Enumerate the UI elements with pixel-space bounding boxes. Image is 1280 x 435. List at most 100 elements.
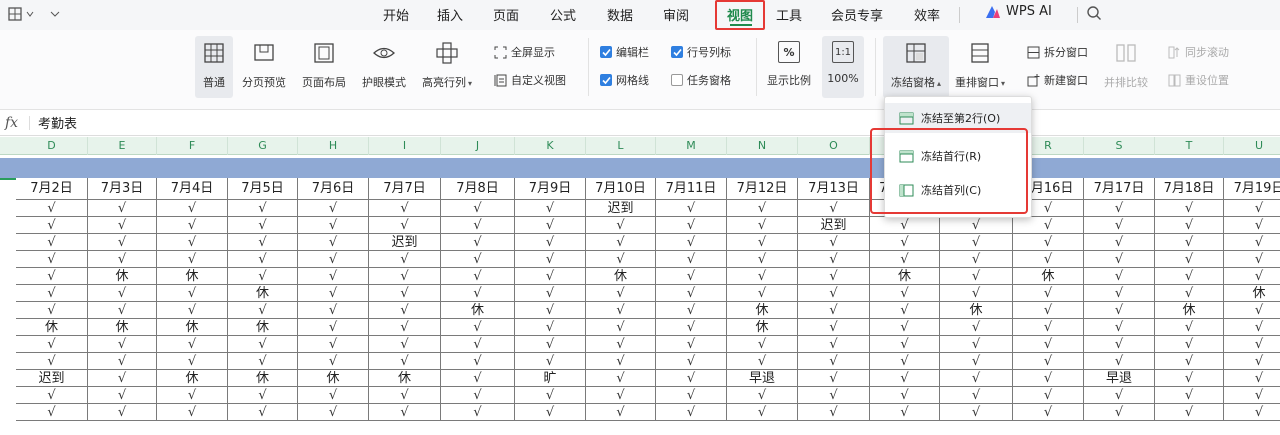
attendance-cell[interactable]: 休 (727, 319, 798, 336)
column-header-s[interactable]: S (1084, 137, 1155, 155)
attendance-cell[interactable]: √ (1084, 200, 1155, 217)
attendance-cell[interactable]: √ (515, 234, 586, 251)
column-header-g[interactable]: G (228, 137, 298, 155)
column-header-n[interactable]: N (727, 137, 798, 155)
attendance-cell[interactable]: √ (369, 251, 441, 268)
zoom-ratio-button[interactable]: % 显示比例 (767, 41, 811, 88)
attendance-cell[interactable]: √ (157, 200, 228, 217)
attendance-cell[interactable]: √ (88, 285, 157, 302)
attendance-cell[interactable]: √ (441, 268, 515, 285)
attendance-cell[interactable]: √ (798, 387, 870, 404)
column-header-o[interactable]: O (798, 137, 870, 155)
column-header-j[interactable]: J (441, 137, 515, 155)
attendance-cell[interactable]: √ (870, 336, 940, 353)
attendance-cell[interactable]: 休 (1224, 285, 1280, 302)
attendance-cell[interactable]: √ (515, 251, 586, 268)
attendance-cell[interactable]: √ (798, 404, 870, 421)
attendance-cell[interactable]: √ (228, 200, 298, 217)
attendance-cell[interactable]: √ (1224, 370, 1280, 387)
attendance-cell[interactable]: 迟到 (798, 217, 870, 234)
side-by-side-button[interactable]: 并排比较 (1104, 41, 1148, 90)
attendance-cell[interactable]: √ (1013, 404, 1084, 421)
attendance-cell[interactable]: √ (586, 387, 656, 404)
attendance-cell[interactable]: √ (656, 302, 727, 319)
attendance-cell[interactable]: √ (16, 234, 88, 251)
attendance-cell[interactable]: √ (88, 353, 157, 370)
attendance-cell[interactable]: 休 (157, 268, 228, 285)
attendance-cell[interactable]: √ (586, 234, 656, 251)
task-pane-checkbox[interactable]: 任务窗格 (671, 72, 731, 88)
attendance-cell[interactable]: √ (656, 370, 727, 387)
attendance-cell[interactable]: √ (727, 285, 798, 302)
date-header-cell[interactable]: 7月3日 (88, 178, 157, 200)
attendance-cell[interactable]: √ (586, 302, 656, 319)
attendance-cell[interactable]: √ (515, 387, 586, 404)
attendance-cell[interactable]: 休 (441, 302, 515, 319)
attendance-cell[interactable]: √ (1084, 302, 1155, 319)
attendance-cell[interactable]: √ (1084, 404, 1155, 421)
attendance-cell[interactable]: √ (940, 319, 1013, 336)
attendance-cell[interactable]: √ (16, 404, 88, 421)
tab-view[interactable]: 视图 (727, 5, 753, 24)
attendance-cell[interactable]: √ (656, 217, 727, 234)
reset-position-button[interactable]: 重设位置 (1168, 72, 1229, 88)
attendance-cell[interactable]: √ (870, 217, 940, 234)
date-header-cell[interactable]: 7月19日 (1224, 178, 1280, 200)
attendance-cell[interactable]: √ (298, 217, 369, 234)
attendance-cell[interactable]: √ (1155, 234, 1224, 251)
tab-insert[interactable]: 插入 (437, 5, 463, 24)
attendance-cell[interactable]: √ (441, 285, 515, 302)
attendance-cell[interactable]: √ (515, 217, 586, 234)
gridlines-checkbox[interactable]: 网格线 (600, 72, 649, 88)
split-window-button[interactable]: 拆分窗口 (1027, 44, 1088, 60)
normal-view-button[interactable]: 普通 (195, 36, 233, 98)
attendance-cell[interactable]: √ (16, 285, 88, 302)
attendance-cell[interactable]: √ (1224, 387, 1280, 404)
attendance-cell[interactable]: √ (1155, 319, 1224, 336)
attendance-cell[interactable]: √ (369, 404, 441, 421)
tab-efficiency[interactable]: 效率 (914, 5, 940, 24)
attendance-cell[interactable]: √ (870, 353, 940, 370)
date-header-cell[interactable]: 7月11日 (656, 178, 727, 200)
attendance-cell[interactable]: √ (586, 319, 656, 336)
attendance-cell[interactable]: √ (88, 302, 157, 319)
attendance-cell[interactable]: √ (369, 268, 441, 285)
attendance-cell[interactable]: √ (586, 353, 656, 370)
attendance-cell[interactable]: √ (298, 336, 369, 353)
attendance-cell[interactable]: √ (727, 217, 798, 234)
tab-review[interactable]: 审阅 (663, 5, 689, 24)
attendance-cell[interactable]: 休 (727, 302, 798, 319)
attendance-cell[interactable]: √ (798, 336, 870, 353)
attendance-cell[interactable]: √ (1084, 234, 1155, 251)
attendance-cell[interactable]: √ (88, 234, 157, 251)
attendance-cell[interactable]: √ (586, 370, 656, 387)
column-header-t[interactable]: T (1155, 137, 1224, 155)
attendance-cell[interactable]: √ (1155, 370, 1224, 387)
date-header-cell[interactable]: 7月4日 (157, 178, 228, 200)
attendance-cell[interactable]: √ (1013, 217, 1084, 234)
attendance-cell[interactable]: √ (940, 234, 1013, 251)
attendance-cell[interactable]: √ (656, 268, 727, 285)
tab-tools[interactable]: 工具 (776, 5, 802, 24)
attendance-cell[interactable]: √ (228, 268, 298, 285)
attendance-cell[interactable]: 休 (88, 319, 157, 336)
fullscreen-button[interactable]: 全屏显示 (494, 44, 555, 60)
attendance-cell[interactable]: √ (298, 268, 369, 285)
attendance-cell[interactable]: √ (88, 404, 157, 421)
attendance-cell[interactable]: √ (515, 200, 586, 217)
attendance-cell[interactable]: √ (940, 251, 1013, 268)
attendance-cell[interactable]: √ (88, 370, 157, 387)
attendance-cell[interactable]: √ (16, 387, 88, 404)
attendance-cell[interactable]: √ (586, 336, 656, 353)
formula-input[interactable]: 考勤表 (38, 113, 77, 132)
attendance-cell[interactable]: √ (228, 404, 298, 421)
attendance-cell[interactable]: √ (798, 370, 870, 387)
attendance-cell[interactable]: √ (1224, 251, 1280, 268)
attendance-cell[interactable]: √ (228, 336, 298, 353)
attendance-cell[interactable]: 早退 (727, 370, 798, 387)
attendance-cell[interactable]: √ (157, 217, 228, 234)
attendance-cell[interactable]: √ (298, 353, 369, 370)
attendance-cell[interactable]: √ (298, 234, 369, 251)
tab-member[interactable]: 会员专享 (831, 5, 883, 24)
attendance-cell[interactable]: √ (798, 302, 870, 319)
